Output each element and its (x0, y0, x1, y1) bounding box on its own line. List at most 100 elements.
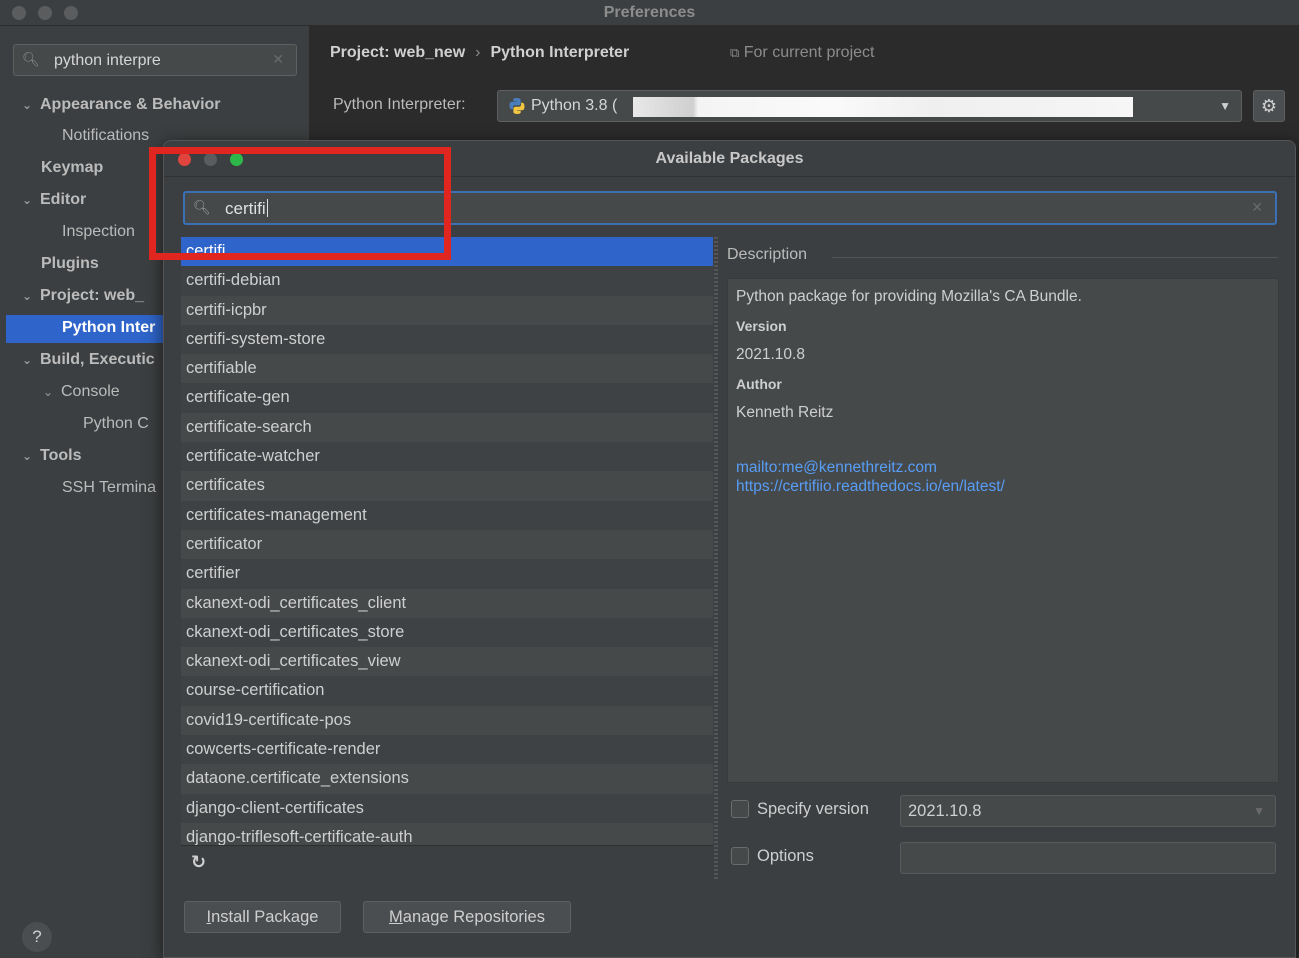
author-heading: Author (736, 376, 782, 392)
package-list-item[interactable]: certifi-icpbr (181, 296, 713, 325)
chevron-down-icon[interactable]: ⌄ (22, 347, 40, 373)
clear-search-icon[interactable]: ✕ (272, 51, 284, 68)
sidebar-item-label: Appearance & Behavior (40, 96, 221, 113)
sidebar-item-plugins[interactable]: Plugins (41, 251, 166, 277)
author-email-link[interactable]: mailto:me@kennethreitz.com (736, 458, 1270, 477)
copy-icon: ⧉ (730, 45, 740, 60)
sidebar-item-appearance-behavior[interactable]: ⌄ Appearance & Behavior (22, 92, 302, 118)
search-icon: 🔍︎ (193, 199, 211, 215)
package-list-item[interactable]: certificate-search (181, 413, 713, 442)
chevron-down-icon: ▼ (1253, 804, 1265, 818)
sidebar-item-label: Editor (40, 191, 87, 208)
sidebar-item-label: Keymap (41, 159, 104, 176)
package-summary: Python package for providing Mozilla's C… (736, 288, 1082, 305)
settings-search-input[interactable]: 🔍︎ python interpre ✕ (13, 44, 297, 76)
description-header: Description (727, 246, 808, 263)
package-list-item[interactable]: certifiable (181, 354, 713, 383)
package-list-item[interactable]: django-client-certificates (181, 793, 713, 823)
sidebar-item-project-web[interactable]: ⌄ Project: web_ (22, 283, 166, 309)
python-icon (509, 98, 525, 114)
package-list-item[interactable]: certifi-debian (181, 266, 713, 296)
chevron-down-icon[interactable]: ⌄ (22, 187, 40, 213)
sidebar-item-label: Project: web_ (40, 287, 145, 304)
docs-link[interactable]: https://certifiio.readthedocs.io/en/late… (736, 477, 1270, 496)
available-packages-dialog: Available Packages 🔍︎ certifi ✕ certifi c… (163, 140, 1296, 958)
window-title: Preferences (603, 4, 696, 21)
package-search-value: certifi (225, 199, 266, 218)
for-current-project-label: For current project (743, 44, 875, 61)
sidebar-item-editor[interactable]: ⌄ Editor (22, 187, 166, 213)
sidebar-item-tools[interactable]: ⌄ Tools (22, 443, 166, 469)
redacted-path (633, 97, 1133, 117)
package-list-item[interactable]: certifi (181, 237, 713, 267)
package-list-item[interactable]: certificator (181, 530, 713, 559)
interpreter-label: Python Interpreter: (333, 96, 466, 113)
manage-repositories-button[interactable]: Manage Repositories (363, 901, 571, 933)
sidebar-item-keymap[interactable]: Keymap (41, 155, 166, 181)
sidebar-item-console[interactable]: ⌄ Console (43, 379, 166, 405)
sidebar-item-label: Build, Executic (40, 351, 155, 368)
install-package-button[interactable]: Install Package (184, 901, 341, 933)
sidebar-item-label: SSH Termina (62, 479, 156, 496)
sidebar-item-notifications[interactable]: Notifications (62, 123, 166, 149)
dialog-title: Available Packages (655, 150, 804, 167)
options-checkbox[interactable] (731, 847, 749, 865)
options-label: Options (757, 847, 814, 865)
sidebar-item-python-inter[interactable]: Python Inter (62, 315, 166, 341)
package-list-item[interactable]: cowcerts-certificate-render (181, 735, 713, 765)
sidebar-item-python-c[interactable]: Python C (83, 411, 166, 437)
sidebar-item-build-executic[interactable]: ⌄ Build, Executic (22, 347, 166, 373)
interpreter-value: Python 3.8 ( (531, 97, 618, 114)
sidebar-item-inspection[interactable]: Inspection (62, 219, 166, 245)
breadcrumb-project: Project: web_new (330, 44, 466, 61)
chevron-down-icon: ▼ (1219, 99, 1231, 113)
chevron-down-icon[interactable]: ⌄ (22, 443, 40, 469)
sidebar-item-label: Notifications (62, 127, 150, 144)
sidebar-item-label: Python C (83, 415, 149, 432)
version-value: 2021.10.8 (736, 346, 805, 363)
package-list-item[interactable]: covid19-certificate-pos (181, 706, 713, 735)
chevron-down-icon[interactable]: ⌄ (22, 92, 40, 118)
package-list-item[interactable]: certifier (181, 559, 713, 589)
description-divider (832, 257, 1278, 258)
sidebar-item-label: Tools (40, 447, 82, 464)
search-icon: 🔍︎ (22, 51, 40, 67)
breadcrumb: Project: web_new › Python Interpreter (330, 44, 629, 62)
manage-mnemonic: M (389, 908, 403, 926)
sidebar-item-label: Plugins (41, 255, 99, 272)
gear-icon: ⚙ (1260, 96, 1278, 116)
interpreter-settings-button[interactable]: ⚙ (1253, 90, 1285, 122)
sidebar-item-ssh-termina[interactable]: SSH Termina (62, 475, 166, 501)
package-list-item[interactable]: dataone.certificate_extensions (181, 764, 713, 793)
version-dropdown[interactable]: 2021.10.8 ▼ (900, 795, 1276, 827)
package-list-item[interactable]: ckanext-odi_certificates_view (181, 647, 713, 676)
package-search-input[interactable]: 🔍︎ certifi ✕ (183, 191, 1277, 225)
breadcrumb-page: Python Interpreter (490, 44, 630, 61)
specify-version-checkbox[interactable] (731, 800, 749, 818)
options-input[interactable] (900, 842, 1276, 874)
settings-search-value: python interpre (54, 52, 161, 69)
chevron-down-icon[interactable]: ⌄ (43, 379, 61, 405)
description-panel: Python package for providing Mozilla's C… (727, 278, 1279, 783)
help-button[interactable]: ? (22, 922, 52, 952)
refresh-icon[interactable]: ↻ (191, 852, 206, 873)
package-list-item[interactable]: certificate-gen (181, 383, 713, 413)
package-list-item[interactable]: certificates (181, 471, 713, 500)
interpreter-dropdown[interactable]: Python 3.8 ( ▼ (497, 90, 1242, 122)
window-titlebar: Preferences (0, 0, 1299, 26)
package-list-item[interactable]: certificate-watcher (181, 442, 713, 472)
sidebar-item-label: Console (61, 383, 120, 400)
package-list-item[interactable]: ckanext-odi_certificates_store (181, 617, 713, 648)
panel-splitter[interactable] (714, 237, 718, 879)
chevron-down-icon[interactable]: ⌄ (22, 283, 40, 309)
package-list[interactable]: certifi certifi-debian certifi-icpbr certif… (181, 237, 713, 845)
package-list-item[interactable]: django-triflesoft-certificate-auth (181, 823, 713, 845)
clear-search-icon[interactable]: ✕ (1251, 199, 1263, 216)
package-list-item[interactable]: certificates-management (181, 500, 713, 530)
package-list-item[interactable]: certifi-system-store (181, 324, 713, 355)
manage-label-rest: anage Repositories (402, 908, 545, 926)
dialog-titlebar: Available Packages (164, 141, 1295, 177)
package-list-item[interactable]: course-certification (181, 676, 713, 706)
author-value: Kenneth Reitz (736, 404, 834, 421)
package-list-item[interactable]: ckanext-odi_certificates_client (181, 589, 713, 618)
